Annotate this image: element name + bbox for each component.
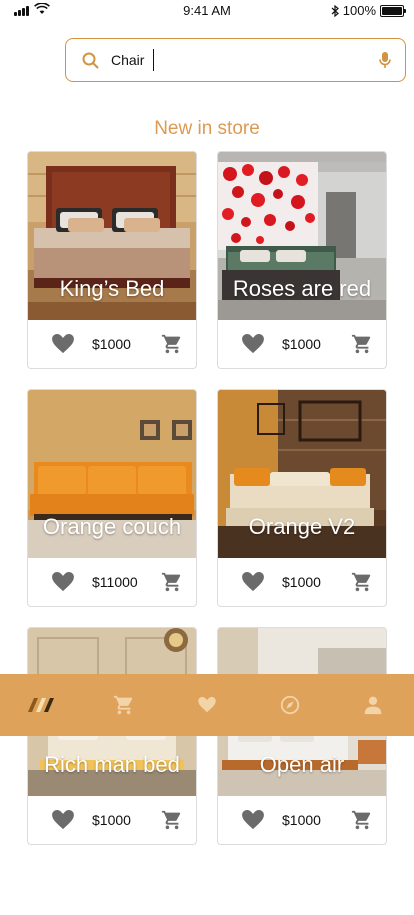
product-action-bar: $1000 (218, 320, 386, 368)
bottom-nav (0, 674, 414, 736)
battery-icon (380, 4, 406, 17)
heart-icon[interactable] (52, 334, 74, 354)
heart-icon[interactable] (242, 572, 264, 592)
add-to-cart-icon[interactable] (351, 333, 373, 355)
profile-icon[interactable] (363, 695, 383, 715)
product-price: $1000 (92, 812, 131, 828)
product-price: $1000 (282, 336, 321, 352)
product-image[interactable]: Orange V2 (218, 390, 386, 558)
product-name: King’s Bed (59, 276, 165, 301)
nav-cart[interactable] (104, 685, 144, 725)
product-name: Orange V2 (248, 514, 356, 539)
search-bar[interactable] (65, 38, 406, 82)
add-to-cart-icon[interactable] (161, 809, 183, 831)
product-card[interactable]: Orange couch $11000 (27, 389, 197, 607)
product-action-bar: $1000 (218, 796, 386, 844)
product-action-bar: $1000 (218, 558, 386, 606)
product-price: $1000 (92, 336, 131, 352)
nav-favorites[interactable] (187, 685, 227, 725)
product-card[interactable]: Orange V2 $1000 (217, 389, 387, 607)
heart-icon[interactable] (198, 697, 216, 713)
heart-icon[interactable] (52, 572, 74, 592)
product-price: $1000 (282, 812, 321, 828)
product-card[interactable]: King’s Bed $1000 (27, 151, 197, 369)
search-input[interactable] (111, 52, 151, 68)
nav-home[interactable] (21, 685, 61, 725)
product-price: $1000 (282, 574, 321, 590)
text-cursor (153, 49, 154, 71)
bluetooth-icon (331, 4, 339, 17)
product-card[interactable]: Open air $1000 (217, 627, 387, 845)
product-image[interactable]: Roses are red (218, 152, 386, 320)
nav-explore[interactable] (270, 685, 310, 725)
home-logo-icon[interactable] (26, 696, 56, 714)
add-to-cart-icon[interactable] (351, 571, 373, 593)
add-to-cart-icon[interactable] (351, 809, 373, 831)
microphone-icon[interactable] (379, 51, 391, 69)
product-action-bar: $1000 (28, 796, 196, 844)
status-bar: 9:41 AM 100% (0, 0, 414, 22)
product-name: Orange couch (42, 514, 182, 539)
heart-icon[interactable] (242, 334, 264, 354)
product-price: $11000 (92, 574, 138, 590)
product-image[interactable]: King’s Bed (28, 152, 196, 320)
battery-percent: 100% (342, 3, 376, 18)
heart-icon[interactable] (242, 810, 264, 830)
explore-icon[interactable] (279, 694, 301, 716)
product-grid: King’s Bed $1000 Roses are red $1000 Ora… (27, 151, 387, 845)
add-to-cart-icon[interactable] (161, 333, 183, 355)
cart-icon[interactable] (113, 694, 135, 716)
product-action-bar: $1000 (28, 320, 196, 368)
product-action-bar: $11000 (28, 558, 196, 606)
product-card[interactable]: Roses are red $1000 (217, 151, 387, 369)
product-card[interactable]: Rich man bed $1000 (27, 627, 197, 845)
search-icon[interactable] (82, 52, 99, 69)
nav-profile[interactable] (353, 685, 393, 725)
add-to-cart-icon[interactable] (161, 571, 183, 593)
product-image[interactable]: Orange couch (28, 390, 196, 558)
section-title: New in store (154, 118, 260, 139)
product-name: Rich man bed (44, 752, 180, 777)
heart-icon[interactable] (52, 810, 74, 830)
product-name: Roses are red (232, 276, 372, 301)
product-name: Open air (259, 752, 345, 777)
